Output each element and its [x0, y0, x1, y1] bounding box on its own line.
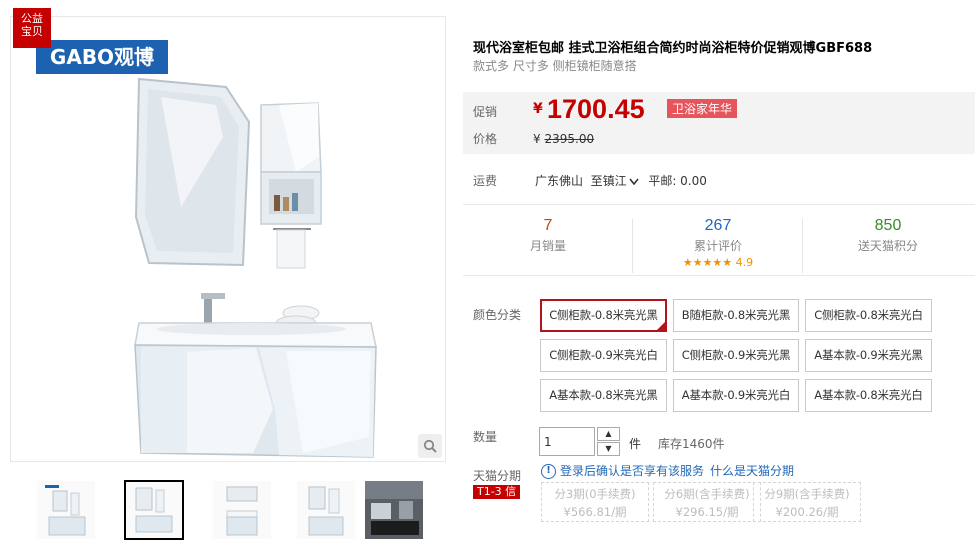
promo-tag: 卫浴家年华 [667, 99, 738, 118]
stats-bar: 7 月销量 267 累计评价 ★★★★★ 4.9 850 送天猫积分 [463, 204, 975, 276]
installment-plan-6[interactable]: 分6期(含手续费) ¥296.15/期 [653, 482, 761, 522]
info-icon: ! [541, 464, 556, 479]
plan-term: 分9期(含手续费) [764, 487, 850, 501]
promo-currency: ¥ [533, 101, 543, 117]
rating-line: ★★★★★ 4.9 [633, 256, 803, 269]
color-option-7[interactable]: A基本款-0.8米亮光黑 [540, 379, 667, 412]
magnifier-icon[interactable] [418, 434, 442, 458]
shipping-destination[interactable]: 至镇江 [591, 174, 627, 188]
color-option-2[interactable]: B随柜款-0.8米亮光黑 [673, 299, 799, 332]
quantity-input[interactable] [539, 427, 595, 456]
price-panel: 促销 ¥ 1700.45 卫浴家年华 价格 ¥ 2395.00 [463, 92, 975, 154]
color-option-9[interactable]: A基本款-0.8米亮光白 [805, 379, 932, 412]
star-rating: ★★★★★ [682, 256, 733, 269]
installment-note: ! 登录后确认是否享有该服务 什么是天猫分期 [541, 462, 794, 479]
thumbnail-5[interactable] [364, 480, 424, 540]
original-price: ¥ 2395.00 [533, 132, 594, 146]
promo-label: 促销 [473, 105, 498, 119]
installment-label: 天猫分期 [473, 469, 522, 483]
plan-amount: ¥296.15/期 [675, 505, 739, 519]
installment-login-note[interactable]: 登录后确认是否享有该服务 [560, 464, 704, 478]
thumbnail-3[interactable] [212, 480, 272, 540]
color-option-label: C侧柜款-0.9米亮光白 [549, 348, 658, 362]
plan-term: 分3期(0手续费) [554, 487, 636, 501]
plan-amount: ¥200.26/期 [775, 505, 839, 519]
quantity-label: 数量 [473, 430, 498, 444]
plan-amount: ¥566.81/期 [563, 505, 627, 519]
points-stat: 850 送天猫积分 [803, 217, 973, 254]
color-option-label: B随柜款-0.8米亮光黑 [681, 308, 791, 322]
shipping-method: 平邮: 0.00 [648, 174, 707, 188]
promo-price: 1700.45 [547, 94, 645, 124]
plan-term: 分6期(含手续费) [664, 487, 750, 501]
quantity-increase-button[interactable]: ▲ [597, 427, 620, 441]
badge-line-2: 宝贝 [21, 25, 43, 38]
color-option-label: A基本款-0.8米亮光白 [814, 388, 923, 402]
reviews-stat[interactable]: 267 累计评价 ★★★★★ 4.9 [633, 217, 803, 269]
color-option-label: A基本款-0.8米亮光黑 [549, 388, 658, 402]
bathroom-cabinet-illustration [134, 77, 377, 458]
color-option-6[interactable]: A基本款-0.9米亮光黑 [805, 339, 932, 372]
original-price-value: 2395.00 [544, 132, 595, 146]
selected-check-icon [656, 321, 666, 331]
points-label: 送天猫积分 [857, 239, 918, 253]
installment-plan-9[interactable]: 分9期(含手续费) ¥200.26/期 [753, 482, 861, 522]
quantity-unit: 件 [629, 437, 642, 451]
chevron-down-icon[interactable] [629, 178, 639, 186]
color-option-8[interactable]: A基本款-0.9米亮光白 [673, 379, 799, 412]
installment-tag: T1-3 信 [473, 485, 521, 499]
stock-count: 库存1460件 [658, 437, 725, 451]
color-option-3[interactable]: C侧柜款-0.8米亮光白 [805, 299, 932, 332]
shipping-origin: 广东佛山 [535, 174, 584, 188]
shipping-info: 广东佛山 至镇江 平邮: 0.00 [535, 172, 707, 189]
original-price-label: 价格 [473, 132, 498, 146]
color-option-label: A基本款-0.9米亮光黑 [814, 348, 923, 362]
color-option-label: C侧柜款-0.8米亮光白 [814, 308, 923, 322]
monthly-sales-stat: 7 月销量 [463, 217, 633, 254]
charity-badge: 公益 宝贝 [13, 8, 51, 48]
color-label: 颜色分类 [473, 308, 522, 322]
color-option-label: C侧柜款-0.8米亮光黑 [549, 308, 658, 322]
brand-logo: GABO观博 [36, 40, 168, 74]
thumbnail-4[interactable] [296, 480, 356, 540]
color-option-1[interactable]: C侧柜款-0.8米亮光黑 [540, 299, 667, 332]
installment-help-link[interactable]: 什么是天猫分期 [710, 464, 794, 478]
installment-plan-3[interactable]: 分3期(0手续费) ¥566.81/期 [541, 482, 649, 522]
reviews-value: 267 [704, 217, 732, 234]
color-option-4[interactable]: C侧柜款-0.9米亮光白 [540, 339, 667, 372]
color-option-label: C侧柜款-0.9米亮光黑 [681, 348, 791, 362]
rating-value: 4.9 [735, 256, 754, 269]
badge-line-1: 公益 [21, 12, 43, 25]
color-option-label: A基本款-0.9米亮光白 [681, 388, 791, 402]
monthly-sales-label: 月销量 [529, 239, 566, 253]
product-title: 现代浴室柜包邮 挂式卫浴柜组合简约时尚浴柜特价促销观博GBF688 [473, 41, 873, 56]
shipping-label: 运费 [473, 174, 498, 188]
thumbnail-strip [36, 480, 436, 542]
product-info: 现代浴室柜包邮 挂式卫浴柜组合简约时尚浴柜特价促销观博GBF688 款式多 尺寸… [463, 0, 975, 548]
main-product-image[interactable] [10, 16, 446, 462]
logo-cn-text: 观博 [114, 45, 155, 69]
logo-latin-text: GABO [49, 45, 115, 69]
points-value: 850 [874, 217, 902, 234]
original-currency: ¥ [533, 132, 541, 146]
thumbnail-2[interactable] [124, 480, 184, 540]
product-subtitle: 款式多 尺寸多 侧柜镜柜随意搭 [473, 59, 637, 73]
quantity-decrease-button[interactable]: ▼ [597, 442, 620, 456]
color-option-5[interactable]: C侧柜款-0.9米亮光黑 [673, 339, 799, 372]
reviews-label: 累计评价 [693, 239, 742, 253]
monthly-sales-value: 7 [543, 217, 553, 234]
thumbnail-1[interactable] [36, 480, 96, 540]
product-gallery: 公益 宝贝 GABO观博 [0, 0, 455, 548]
